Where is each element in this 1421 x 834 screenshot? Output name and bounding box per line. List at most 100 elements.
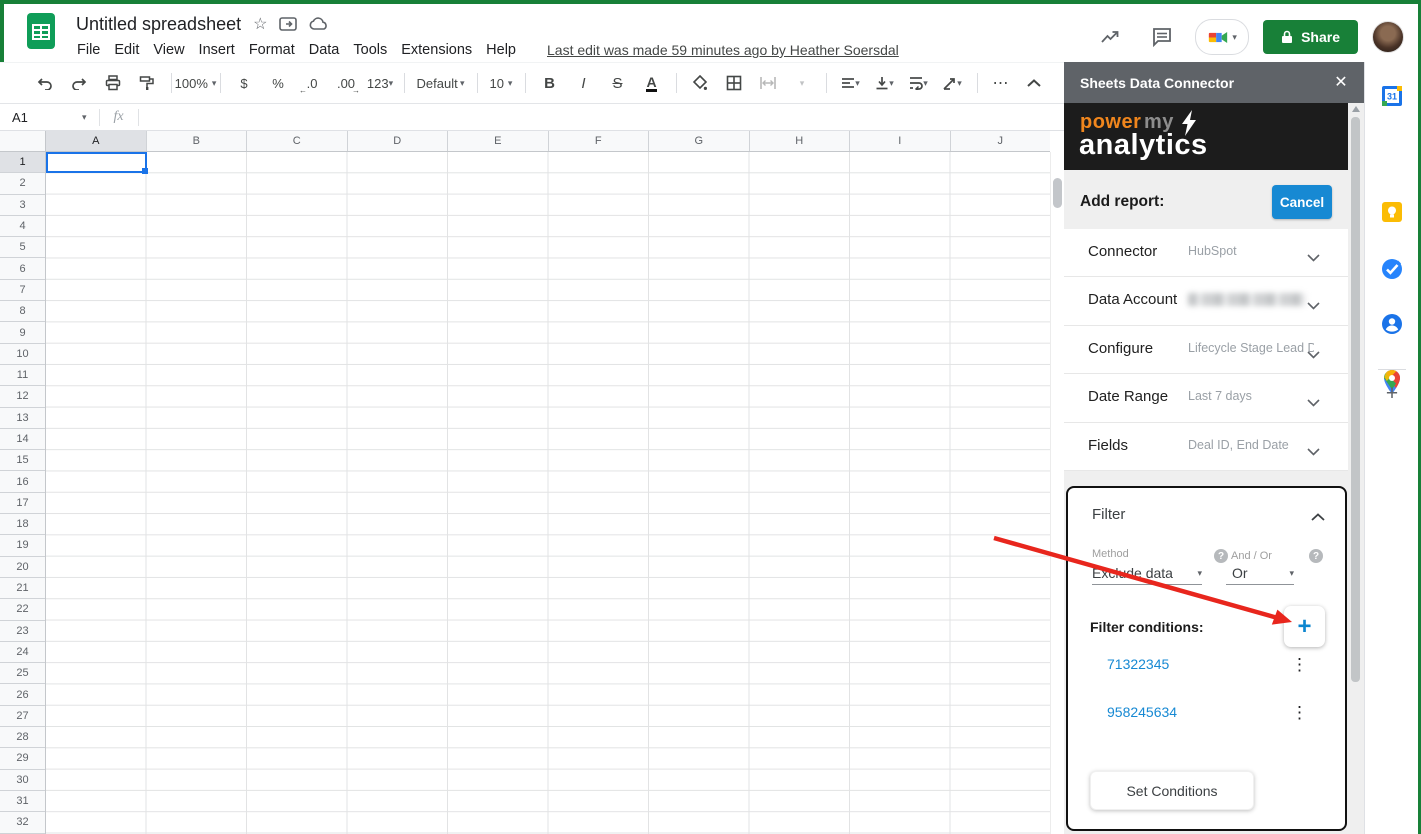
menu-tools[interactable]: Tools: [346, 40, 394, 60]
row-header-22[interactable]: 22: [0, 599, 45, 621]
keep-icon[interactable]: [1380, 200, 1404, 224]
row-header-4[interactable]: 4: [0, 216, 45, 238]
vertical-align-button[interactable]: ▾: [869, 70, 901, 96]
panel-scrollbar[interactable]: [1351, 103, 1361, 834]
row-header-7[interactable]: 7: [0, 280, 45, 302]
horizontal-align-button[interactable]: ▾: [835, 70, 867, 96]
add-condition-button[interactable]: +: [1284, 606, 1325, 647]
menu-data[interactable]: Data: [302, 40, 347, 60]
kebab-menu-icon[interactable]: ⋮: [1291, 702, 1308, 724]
tasks-icon[interactable]: [1380, 257, 1404, 281]
sheets-logo-icon[interactable]: [26, 11, 56, 51]
menu-file[interactable]: File: [70, 40, 107, 60]
italic-button[interactable]: I: [568, 70, 600, 96]
fill-handle[interactable]: [141, 168, 148, 175]
strikethrough-button[interactable]: S: [602, 70, 634, 96]
star-icon[interactable]: ☆: [253, 14, 267, 34]
close-icon[interactable]: ✕: [1330, 71, 1352, 93]
filter-collapse-icon[interactable]: [1311, 508, 1325, 526]
row-header-25[interactable]: 25: [0, 663, 45, 685]
condition-link[interactable]: 958245634: [1107, 704, 1177, 720]
print-button[interactable]: [97, 70, 129, 96]
column-header-I[interactable]: I: [850, 130, 951, 151]
contacts-icon[interactable]: [1380, 312, 1404, 336]
sidebar-row-connector[interactable]: Connector HubSpot: [1064, 229, 1348, 278]
account-avatar[interactable]: [1372, 21, 1404, 53]
column-header-C[interactable]: C: [247, 130, 348, 151]
bold-button[interactable]: B: [534, 70, 566, 96]
cloud-status-icon[interactable]: [309, 17, 329, 31]
row-header-3[interactable]: 3: [0, 195, 45, 216]
name-box[interactable]: A1: [0, 110, 82, 125]
menu-help[interactable]: Help: [479, 40, 523, 60]
column-header-G[interactable]: G: [649, 130, 750, 151]
move-folder-icon[interactable]: [279, 17, 298, 31]
fill-color-button[interactable]: [684, 70, 716, 96]
row-header-19[interactable]: 19: [0, 535, 45, 557]
text-rotation-button[interactable]: ▾: [937, 70, 969, 96]
row-header-32[interactable]: 32: [0, 812, 45, 834]
zoom-select[interactable]: 100% ▾: [175, 70, 217, 96]
select-all-corner[interactable]: [0, 130, 46, 152]
format-currency-button[interactable]: $: [228, 70, 260, 96]
row-header-10[interactable]: 10: [0, 344, 45, 365]
chevron-down-icon[interactable]: [1307, 346, 1320, 364]
row-header-18[interactable]: 18: [0, 514, 45, 536]
row-header-12[interactable]: 12: [0, 386, 45, 408]
row-header-9[interactable]: 9: [0, 322, 45, 344]
font-select[interactable]: Default (Ari...▾: [413, 70, 469, 96]
kebab-menu-icon[interactable]: ⋮: [1291, 654, 1308, 676]
chevron-down-icon[interactable]: [1307, 443, 1320, 461]
column-header-A[interactable]: A: [46, 130, 147, 151]
menu-insert[interactable]: Insert: [192, 40, 242, 60]
undo-button[interactable]: [29, 70, 61, 96]
more-formats-button[interactable]: 123 ▾: [364, 70, 396, 96]
increase-decimal-button[interactable]: .00 →: [330, 70, 362, 96]
menu-format[interactable]: Format: [242, 40, 302, 60]
format-percent-button[interactable]: %: [262, 70, 294, 96]
column-header-J[interactable]: J: [951, 130, 1051, 151]
decrease-decimal-button[interactable]: .0 ←: [296, 70, 328, 96]
andor-select[interactable]: Or ▾: [1226, 562, 1294, 585]
panel-scrollbar-thumb[interactable]: [1351, 117, 1360, 682]
row-header-31[interactable]: 31: [0, 791, 45, 813]
row-header-13[interactable]: 13: [0, 408, 45, 429]
paint-format-button[interactable]: [131, 70, 163, 96]
cells-area[interactable]: [46, 152, 1050, 834]
font-size-select[interactable]: 10 ▾: [485, 70, 517, 96]
menu-edit[interactable]: Edit: [107, 40, 146, 60]
column-header-B[interactable]: B: [147, 130, 247, 151]
sidebar-row-configure[interactable]: Configure Lifecycle Stage Lead D: [1064, 325, 1348, 375]
chevron-down-icon[interactable]: [1307, 249, 1320, 267]
row-header-16[interactable]: 16: [0, 471, 45, 493]
row-header-5[interactable]: 5: [0, 237, 45, 259]
text-color-button[interactable]: A: [636, 70, 668, 96]
andor-help-icon[interactable]: ?: [1214, 549, 1228, 563]
column-header-H[interactable]: H: [750, 130, 850, 151]
insights-icon[interactable]: [1091, 18, 1129, 56]
borders-button[interactable]: [718, 70, 750, 96]
sidebar-row-data-account[interactable]: Data Account: [1064, 277, 1348, 326]
formula-input[interactable]: [139, 104, 1064, 130]
row-header-23[interactable]: 23: [0, 621, 45, 642]
row-header-20[interactable]: 20: [0, 557, 45, 578]
selected-cell[interactable]: [46, 152, 148, 175]
row-header-30[interactable]: 30: [0, 770, 45, 791]
row-header-17[interactable]: 17: [0, 493, 45, 515]
name-box-dropdown-icon[interactable]: ▾: [82, 112, 87, 123]
get-addons-icon[interactable]: +: [1381, 382, 1403, 405]
row-header-8[interactable]: 8: [0, 301, 45, 323]
row-header-27[interactable]: 27: [0, 706, 45, 728]
grid-scrollbar-thumb[interactable]: [1053, 178, 1062, 208]
cancel-button[interactable]: Cancel: [1272, 185, 1332, 219]
merge-dropdown-icon[interactable]: ▾: [786, 70, 818, 96]
filter-help-icon[interactable]: ?: [1309, 549, 1323, 563]
row-header-2[interactable]: 2: [0, 173, 45, 195]
menu-extensions[interactable]: Extensions: [394, 40, 479, 60]
hide-menus-button[interactable]: [1018, 70, 1050, 96]
share-button[interactable]: Share: [1263, 20, 1358, 54]
comment-history-icon[interactable]: [1143, 18, 1181, 56]
row-header-1[interactable]: 1: [0, 152, 45, 174]
row-header-6[interactable]: 6: [0, 258, 45, 280]
row-header-24[interactable]: 24: [0, 642, 45, 664]
